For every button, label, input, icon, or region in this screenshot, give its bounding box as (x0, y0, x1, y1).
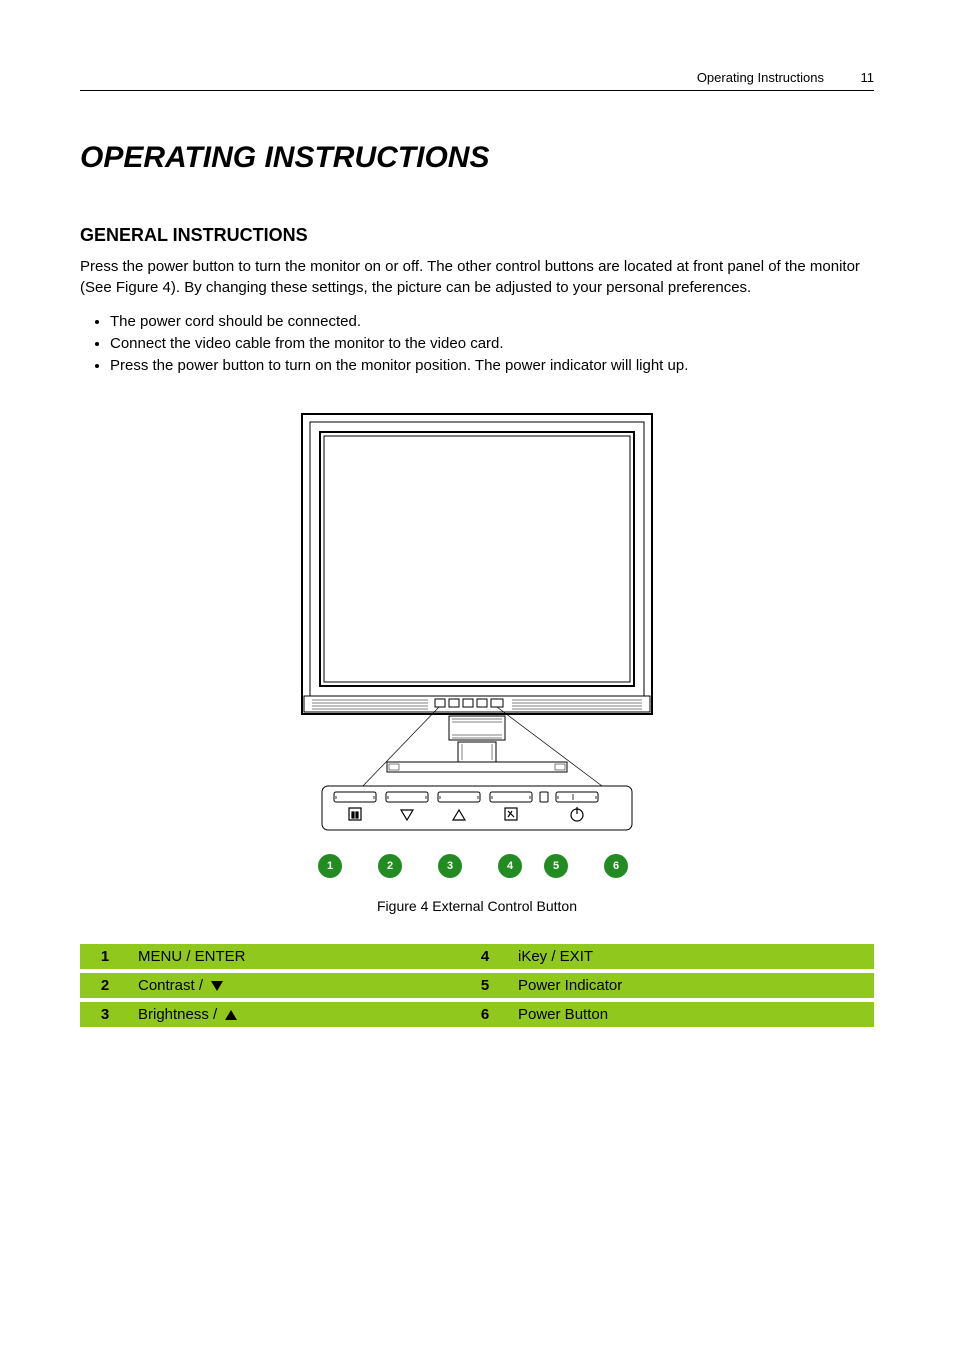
figure-caption: Figure 4 External Control Button (80, 898, 874, 914)
control-num: 4 (460, 944, 510, 971)
page-number: 11 (861, 70, 875, 85)
control-marker-3: 3 (438, 854, 462, 878)
general-heading: GENERAL INSTRUCTIONS (80, 225, 874, 246)
monitor-illustration: 1 2 3 4 5 6 (277, 404, 677, 878)
table-row: 1 MENU / ENTER 4 iKey / EXIT (80, 944, 874, 971)
header-running: Operating Instructions (697, 70, 824, 85)
table-row: 2 Contrast / 5 Power Indicator (80, 971, 874, 1000)
control-num: 5 (460, 971, 510, 1000)
control-label: Brightness / (130, 1000, 460, 1029)
control-marker-2: 2 (378, 854, 402, 878)
control-label-text: Brightness / (138, 1006, 217, 1023)
triangle-up-icon (225, 1010, 237, 1020)
bullet-item: Press the power button to turn on the mo… (110, 357, 874, 374)
control-num: 1 (80, 944, 130, 971)
control-marker-6: 6 (604, 854, 628, 878)
page-title: OPERATING INSTRUCTIONS (80, 141, 874, 175)
general-paragraph: Press the power button to turn the monit… (80, 256, 874, 298)
bullet-item: Connect the video cable from the monitor… (110, 335, 874, 352)
control-label: Power Indicator (510, 971, 874, 1000)
controls-table: 1 MENU / ENTER 4 iKey / EXIT 2 Contrast … (80, 944, 874, 1031)
control-num: 6 (460, 1000, 510, 1029)
control-num: 3 (80, 1000, 130, 1029)
control-marker-5: 5 (544, 854, 568, 878)
bullet-item: The power cord should be connected. (110, 313, 874, 330)
control-label: iKey / EXIT (510, 944, 874, 971)
control-label: Power Button (510, 1000, 874, 1029)
control-marker-4: 4 (498, 854, 522, 878)
table-row: 3 Brightness / 6 Power Button (80, 1000, 874, 1029)
control-num: 2 (80, 971, 130, 1000)
control-marker-1: 1 (318, 854, 342, 878)
triangle-down-icon (211, 981, 223, 991)
control-label: Contrast / (130, 971, 460, 1000)
control-label-text: Contrast / (138, 977, 203, 994)
monitor-svg (292, 404, 662, 864)
control-label: MENU / ENTER (130, 944, 460, 971)
general-bullets: The power cord should be connected. Conn… (110, 313, 874, 374)
